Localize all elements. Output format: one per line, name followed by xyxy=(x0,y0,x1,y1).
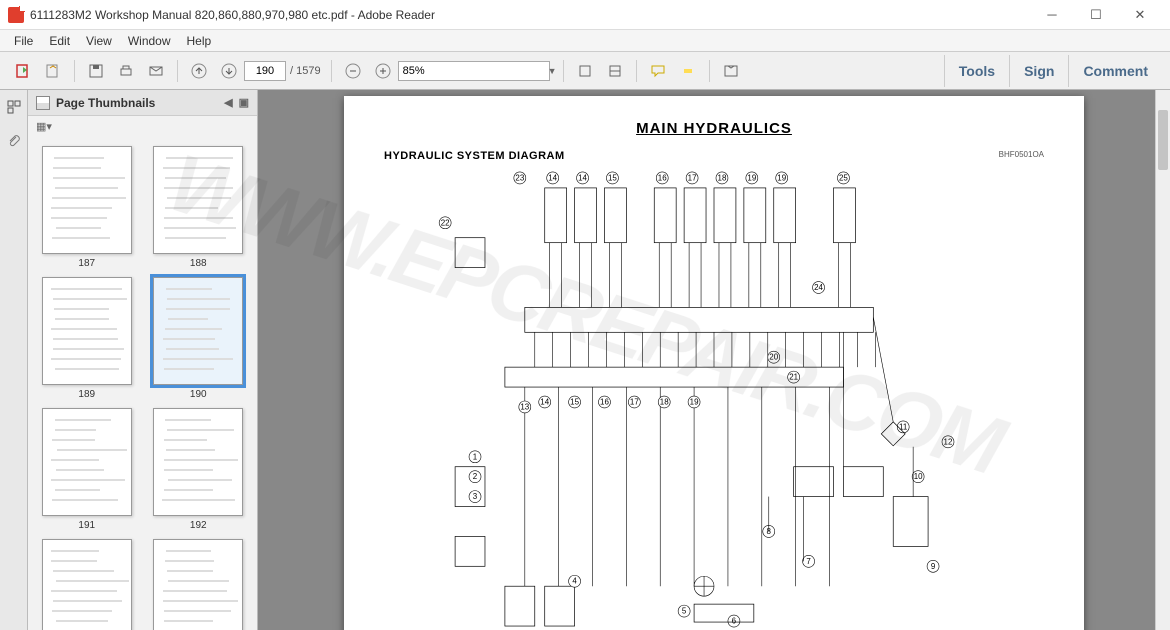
svg-text:6: 6 xyxy=(732,617,737,626)
svg-text:20: 20 xyxy=(769,353,778,362)
thumbnail-number: 187 xyxy=(78,258,95,269)
thumbnail-number: 191 xyxy=(78,520,95,531)
attachments-tab-icon[interactable] xyxy=(5,132,23,150)
svg-text:11: 11 xyxy=(899,422,908,431)
svg-text:15: 15 xyxy=(608,173,617,182)
export-pdf-icon[interactable] xyxy=(10,58,36,84)
thumbnail-page-193[interactable] xyxy=(42,539,132,630)
menu-edit[interactable]: Edit xyxy=(41,32,78,50)
thumbnail-page-188[interactable] xyxy=(153,146,243,254)
page-subtitle: HYDRAULIC SYSTEM DIAGRAM xyxy=(384,150,565,162)
window-title: 6111283M2 Workshop Manual 820,860,880,97… xyxy=(30,8,1030,22)
document-view[interactable]: MAIN HYDRAULICS HYDRAULIC SYSTEM DIAGRAM… xyxy=(258,90,1170,630)
thumbnail-number: 192 xyxy=(190,520,207,531)
menu-help[interactable]: Help xyxy=(179,32,220,50)
page-total-label: / 1579 xyxy=(290,65,321,77)
page-number-input[interactable] xyxy=(244,61,286,81)
create-pdf-icon[interactable] xyxy=(40,58,66,84)
svg-text:22: 22 xyxy=(441,218,450,227)
page-title: MAIN HYDRAULICS xyxy=(636,120,792,137)
svg-text:18: 18 xyxy=(660,397,669,406)
workspace: Page Thumbnails ◀ ▣ ▦▾ 18718818919019119… xyxy=(0,90,1170,630)
menu-view[interactable]: View xyxy=(78,32,120,50)
thumbnail-page-191[interactable] xyxy=(42,408,132,516)
sign-button[interactable]: Sign xyxy=(1009,55,1068,87)
zoom-select[interactable] xyxy=(398,61,550,81)
svg-text:2: 2 xyxy=(473,472,478,481)
vertical-scrollbar[interactable] xyxy=(1155,90,1170,630)
thumbnails-options-icon[interactable]: ▦▾ xyxy=(36,120,52,133)
svg-text:10: 10 xyxy=(914,472,923,481)
thumbnail-number: 188 xyxy=(190,258,207,269)
menu-window[interactable]: Window xyxy=(120,32,179,50)
toolbar: / 1579 ▼ Tools Sign Comment xyxy=(0,52,1170,90)
svg-text:17: 17 xyxy=(630,397,639,406)
zoom-in-icon[interactable] xyxy=(370,58,396,84)
menubar: File Edit View Window Help xyxy=(0,30,1170,52)
svg-text:25: 25 xyxy=(839,173,848,182)
pdf-page: MAIN HYDRAULICS HYDRAULIC SYSTEM DIAGRAM… xyxy=(344,96,1084,630)
read-mode-icon[interactable] xyxy=(718,58,744,84)
svg-text:14: 14 xyxy=(578,173,587,182)
svg-text:19: 19 xyxy=(690,397,699,406)
svg-text:13: 13 xyxy=(520,402,529,411)
page-thumbnails-icon xyxy=(36,96,50,110)
page-thumbnails-panel: Page Thumbnails ◀ ▣ ▦▾ 187 188 189 190 191 19… xyxy=(28,90,258,630)
zoom-out-icon[interactable] xyxy=(340,58,366,84)
page-thumbnails-title: Page Thumbnails xyxy=(56,96,155,110)
svg-text:14: 14 xyxy=(548,173,557,182)
hydraulic-diagram: 2314141516171819192522123456978101112131… xyxy=(374,168,1054,630)
prev-page-icon[interactable] xyxy=(186,58,212,84)
svg-text:23: 23 xyxy=(515,173,524,182)
email-icon[interactable] xyxy=(143,58,169,84)
thumbnail-number: 190 xyxy=(190,389,207,400)
thumbnail-page-187[interactable] xyxy=(42,146,132,254)
svg-text:17: 17 xyxy=(688,173,697,182)
thumbnails-tab-icon[interactable] xyxy=(5,98,23,116)
svg-text:21: 21 xyxy=(789,373,798,382)
thumbnails-close-icon[interactable]: ▣ xyxy=(239,96,249,109)
page-code: BHF0501OA xyxy=(999,150,1044,159)
comment-button[interactable]: Comment xyxy=(1068,55,1162,87)
fit-width-icon[interactable] xyxy=(602,58,628,84)
navigation-pane xyxy=(0,90,28,630)
comment-icon[interactable] xyxy=(645,58,671,84)
svg-text:24: 24 xyxy=(814,283,823,292)
svg-text:16: 16 xyxy=(658,173,667,182)
highlight-icon[interactable] xyxy=(675,58,701,84)
thumbnail-page-190[interactable] xyxy=(153,277,243,385)
thumbnail-page-194[interactable] xyxy=(153,539,243,630)
svg-text:3: 3 xyxy=(473,492,478,501)
svg-text:9: 9 xyxy=(931,562,936,571)
svg-text:16: 16 xyxy=(600,397,609,406)
print-icon[interactable] xyxy=(113,58,139,84)
save-icon[interactable] xyxy=(83,58,109,84)
svg-text:12: 12 xyxy=(944,437,953,446)
tools-button[interactable]: Tools xyxy=(944,55,1009,87)
titlebar: 6111283M2 Workshop Manual 820,860,880,97… xyxy=(0,0,1170,30)
next-page-icon[interactable] xyxy=(216,58,242,84)
svg-text:19: 19 xyxy=(747,173,756,182)
svg-text:4: 4 xyxy=(572,577,577,586)
fit-page-icon[interactable] xyxy=(572,58,598,84)
svg-text:18: 18 xyxy=(718,173,727,182)
close-button[interactable]: ✕ xyxy=(1118,1,1162,29)
svg-text:15: 15 xyxy=(570,397,579,406)
thumbnails-collapse-icon[interactable]: ◀ xyxy=(224,96,232,109)
thumbnails-scroll[interactable]: 187188189190191192193194195196 xyxy=(28,136,257,630)
thumbnail-page-189[interactable] xyxy=(42,277,132,385)
pdf-file-icon xyxy=(8,7,24,23)
svg-text:1: 1 xyxy=(473,452,478,461)
svg-text:14: 14 xyxy=(540,397,549,406)
svg-text:5: 5 xyxy=(682,607,687,616)
minimize-button[interactable]: ─ xyxy=(1030,1,1074,29)
thumbnail-page-192[interactable] xyxy=(153,408,243,516)
thumbnail-number: 189 xyxy=(78,389,95,400)
menu-file[interactable]: File xyxy=(6,32,41,50)
svg-text:19: 19 xyxy=(777,173,786,182)
maximize-button[interactable]: ☐ xyxy=(1074,1,1118,29)
svg-text:7: 7 xyxy=(806,557,811,566)
